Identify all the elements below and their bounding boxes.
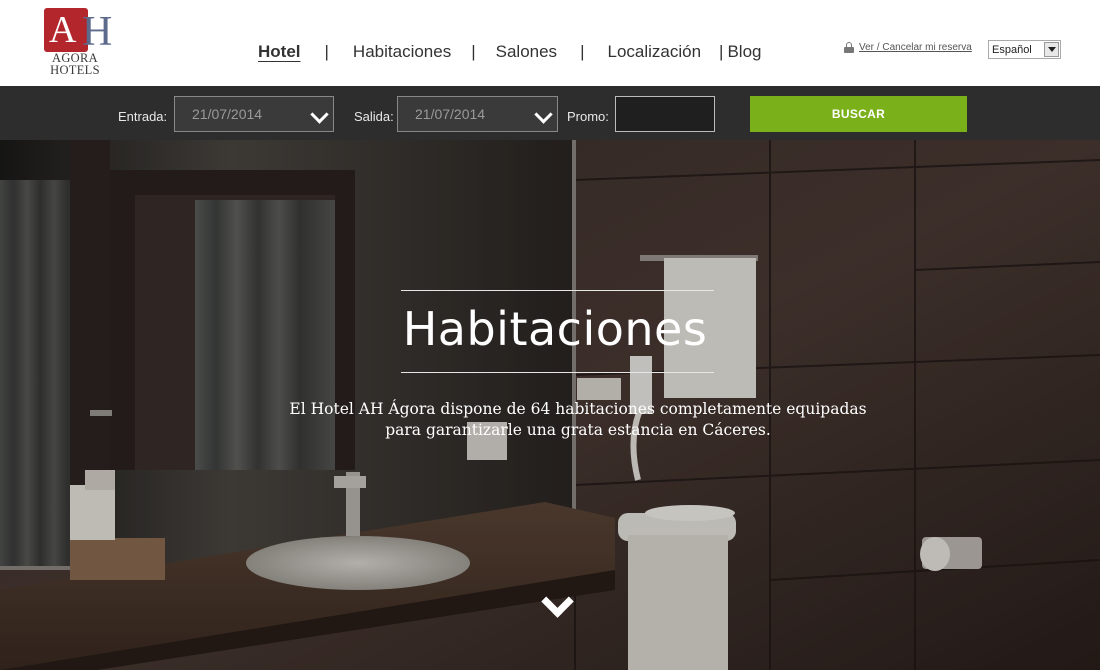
logo-letter-h: H	[82, 9, 113, 55]
logo-line-2: HOTELS	[50, 63, 100, 77]
hero-description: El Hotel AH Ágora dispone de 64 habitaci…	[200, 399, 956, 441]
chevron-down-icon	[534, 105, 553, 124]
entrada-date-field[interactable]: 21/07/2014	[174, 96, 334, 132]
logo-wordmark: AGORA HOTELS	[44, 52, 106, 77]
nav-item-localizacion[interactable]: Localización	[607, 42, 701, 62]
nav-separator: |	[324, 42, 329, 61]
language-selected: Español	[992, 43, 1032, 56]
salida-date-value: 21/07/2014	[415, 106, 486, 122]
dropdown-arrow-icon[interactable]	[1044, 42, 1059, 57]
chevron-down-icon	[310, 105, 329, 124]
nav-item-hotel[interactable]: Hotel	[258, 42, 301, 62]
salida-date-field[interactable]: 21/07/2014	[397, 96, 558, 132]
manage-reservation-link[interactable]: Ver / Cancelar mi reserva	[859, 42, 972, 53]
hero-title: Habitaciones	[402, 302, 708, 356]
nav-separator: |	[580, 42, 585, 61]
promo-input[interactable]	[615, 96, 715, 132]
nav-item-habitaciones[interactable]: Habitaciones	[353, 42, 451, 62]
salida-label: Salida:	[354, 109, 394, 124]
title-rule-top	[401, 290, 714, 291]
logo-letter-a: A	[49, 9, 77, 51]
nav-separator: |	[471, 42, 476, 61]
manage-reservation: Ver / Cancelar mi reserva	[844, 42, 972, 53]
hero-section: Habitaciones El Hotel AH Ágora dispone d…	[0, 140, 1100, 670]
booking-bar: Entrada: 21/07/2014 Salida: 21/07/2014 P…	[0, 86, 1100, 140]
main-nav: Hotel | Habitaciones | Salones | Localiz…	[258, 40, 762, 64]
entrada-date-value: 21/07/2014	[192, 106, 263, 122]
nav-item-salones[interactable]: Salones	[496, 42, 557, 62]
promo-label: Promo:	[567, 109, 609, 124]
search-button[interactable]: BUSCAR	[750, 96, 967, 132]
chevron-down-icon[interactable]	[541, 585, 577, 626]
hero-description-line-1: El Hotel AH Ágora dispone de 64 habitaci…	[289, 400, 867, 418]
lock-icon	[844, 42, 854, 53]
language-select[interactable]: Español	[988, 40, 1061, 59]
title-rule-bottom	[401, 372, 714, 373]
entrada-label: Entrada:	[118, 109, 168, 124]
hero-description-line-2: para garantizarle una grata estancia en …	[385, 421, 771, 439]
site-header: A H AGORA HOTELS Hotel | Habitaciones | …	[0, 0, 1100, 86]
nav-separator: |	[719, 42, 724, 61]
brand-logo[interactable]: A H AGORA HOTELS	[44, 8, 112, 78]
nav-item-blog[interactable]: Blog	[727, 42, 761, 62]
